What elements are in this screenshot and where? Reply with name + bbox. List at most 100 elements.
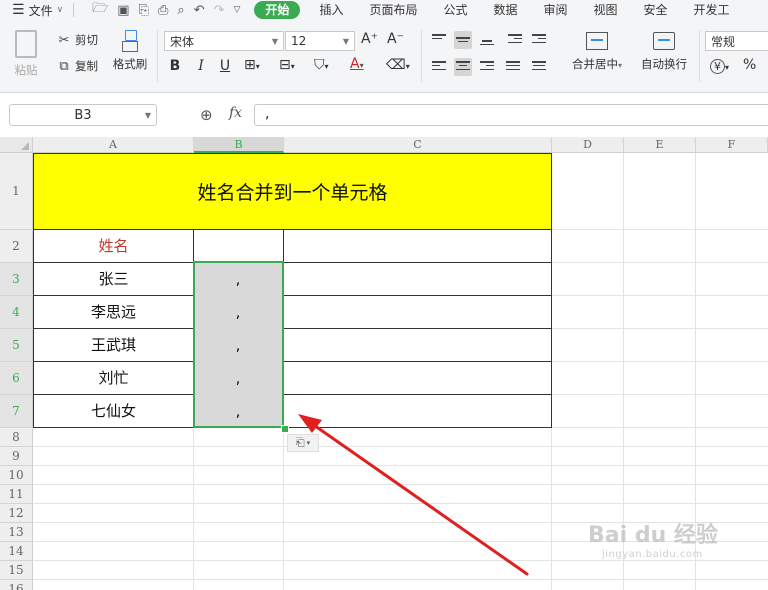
- row-header-7[interactable]: 7: [0, 395, 33, 428]
- tab-review[interactable]: 审阅: [531, 1, 581, 19]
- tab-home[interactable]: 开始: [254, 1, 301, 19]
- undo-icon[interactable]: ↶: [194, 3, 205, 18]
- wrap-text-button[interactable]: 自动换行: [636, 32, 692, 72]
- name-box[interactable]: B3 ▼: [9, 104, 157, 126]
- fill-handle[interactable]: [281, 425, 289, 433]
- column-header-d[interactable]: D: [552, 137, 624, 153]
- row-header-4[interactable]: 4: [0, 296, 33, 329]
- paste-button[interactable]: 粘贴: [10, 30, 42, 78]
- formula-input[interactable]: ,: [254, 104, 768, 126]
- cell-b6[interactable]: ,: [193, 361, 284, 395]
- borders-icon[interactable]: ⊞▾: [244, 57, 260, 73]
- column-header-c[interactable]: C: [284, 137, 552, 153]
- currency-format-button[interactable]: ¥ ▾: [710, 58, 729, 74]
- align-top-icon[interactable]: [430, 31, 448, 49]
- fill-color-icon[interactable]: ⛉▾: [314, 57, 329, 73]
- cell-b5[interactable]: ,: [193, 328, 284, 362]
- cut-button[interactable]: ✂ 剪切: [56, 32, 98, 48]
- customize-dropdown-icon[interactable]: ▽: [234, 5, 241, 15]
- number-format-select[interactable]: 常规: [705, 31, 768, 51]
- cell-c3[interactable]: [283, 262, 552, 296]
- cell-b7[interactable]: ,: [193, 394, 284, 428]
- print-preview-icon[interactable]: ⌕: [177, 3, 184, 18]
- bold-button[interactable]: B: [168, 58, 182, 74]
- row-header-11[interactable]: 11: [0, 485, 33, 504]
- cell-c7[interactable]: [283, 394, 552, 428]
- tab-page-layout[interactable]: 页面布局: [356, 1, 430, 19]
- justify-icon[interactable]: [504, 58, 522, 76]
- eraser-icon[interactable]: ⌫▾: [386, 57, 410, 73]
- row-header-10[interactable]: 10: [0, 466, 33, 485]
- cell-b2[interactable]: [193, 229, 284, 263]
- tab-view[interactable]: 视图: [581, 1, 631, 19]
- tab-insert[interactable]: 插入: [306, 1, 356, 19]
- row-header-1[interactable]: 1: [0, 153, 33, 230]
- column-header-f[interactable]: F: [696, 137, 768, 153]
- fx-icon[interactable]: fx: [229, 105, 242, 121]
- tab-security[interactable]: 安全: [631, 1, 681, 19]
- tab-developer[interactable]: 开发工: [681, 1, 743, 19]
- name-cell[interactable]: 李思远: [33, 295, 194, 329]
- copy-button[interactable]: ⧉ 复制: [56, 58, 98, 74]
- font-size-select[interactable]: 12 ▼: [285, 31, 355, 51]
- row-header-12[interactable]: 12: [0, 504, 33, 523]
- column-header-a[interactable]: A: [33, 137, 194, 153]
- format-painter-button[interactable]: 格式刷: [108, 30, 152, 72]
- font-color-button[interactable]: A▾: [350, 56, 364, 72]
- title-cell[interactable]: 姓名合并到一个单元格: [33, 153, 552, 230]
- cell-c2[interactable]: [283, 229, 552, 263]
- italic-button[interactable]: I: [194, 58, 208, 74]
- redo-icon[interactable]: ↷: [214, 3, 225, 18]
- align-middle-icon[interactable]: [454, 31, 472, 49]
- paste-options-button[interactable]: ⎗ ▾: [287, 434, 319, 452]
- row-header-6[interactable]: 6: [0, 362, 33, 395]
- row-header-16[interactable]: 16: [0, 580, 33, 590]
- cell-b4[interactable]: ,: [193, 295, 284, 329]
- align-center-icon[interactable]: [454, 58, 472, 76]
- column-header-e[interactable]: E: [624, 137, 696, 153]
- row-header-8[interactable]: 8: [0, 428, 33, 447]
- hamburger-icon: ☰: [12, 2, 25, 18]
- select-all-corner[interactable]: [0, 137, 33, 153]
- file-menu[interactable]: ☰ 文件 ∨: [0, 2, 63, 19]
- row-header-13[interactable]: 13: [0, 523, 33, 542]
- name-cell[interactable]: 七仙女: [33, 394, 194, 428]
- open-folder-icon[interactable]: 🗁: [92, 0, 108, 20]
- cell-c5[interactable]: [283, 328, 552, 362]
- grow-font-button[interactable]: A⁺: [361, 31, 378, 47]
- name-cell[interactable]: 王武琪: [33, 328, 194, 362]
- increase-indent-icon[interactable]: [530, 31, 548, 49]
- align-left-icon[interactable]: [430, 58, 448, 76]
- align-bottom-icon[interactable]: [478, 31, 496, 49]
- save-icon[interactable]: ▣: [117, 3, 129, 18]
- print-icon[interactable]: ⎙: [158, 3, 168, 18]
- name-cell[interactable]: 张三: [33, 262, 194, 296]
- row-header-15[interactable]: 15: [0, 561, 33, 580]
- export-pdf-icon[interactable]: ⎘: [139, 3, 149, 18]
- tab-data[interactable]: 数据: [480, 1, 530, 19]
- row-header-9[interactable]: 9: [0, 447, 33, 466]
- merge-center-button[interactable]: 合并居中▾: [566, 32, 628, 72]
- header-name-cell[interactable]: 姓名: [33, 229, 194, 263]
- row-header-3[interactable]: 3: [0, 263, 33, 296]
- fill-pattern-icon[interactable]: ⊟▾: [279, 57, 295, 73]
- shrink-font-button[interactable]: A⁻: [387, 31, 404, 47]
- row-header-2[interactable]: 2: [0, 230, 33, 263]
- column-header-b[interactable]: B: [194, 137, 284, 153]
- cell-b3[interactable]: ,: [193, 262, 284, 296]
- font-name-select[interactable]: 宋体 ▼: [164, 31, 284, 51]
- cell-c4[interactable]: [283, 295, 552, 329]
- divider: [699, 30, 700, 82]
- file-menu-label: 文件: [28, 3, 53, 18]
- cell-c6[interactable]: [283, 361, 552, 395]
- row-header-5[interactable]: 5: [0, 329, 33, 362]
- underline-button[interactable]: U: [218, 58, 232, 74]
- name-cell[interactable]: 刘忙: [33, 361, 194, 395]
- decrease-indent-icon[interactable]: [506, 31, 524, 49]
- tab-formulas[interactable]: 公式: [430, 1, 480, 19]
- row-header-14[interactable]: 14: [0, 542, 33, 561]
- percent-format-button[interactable]: %: [743, 57, 756, 73]
- distributed-align-icon[interactable]: [530, 58, 548, 76]
- zoom-icon[interactable]: ⊕: [200, 106, 213, 124]
- align-right-icon[interactable]: [478, 58, 496, 76]
